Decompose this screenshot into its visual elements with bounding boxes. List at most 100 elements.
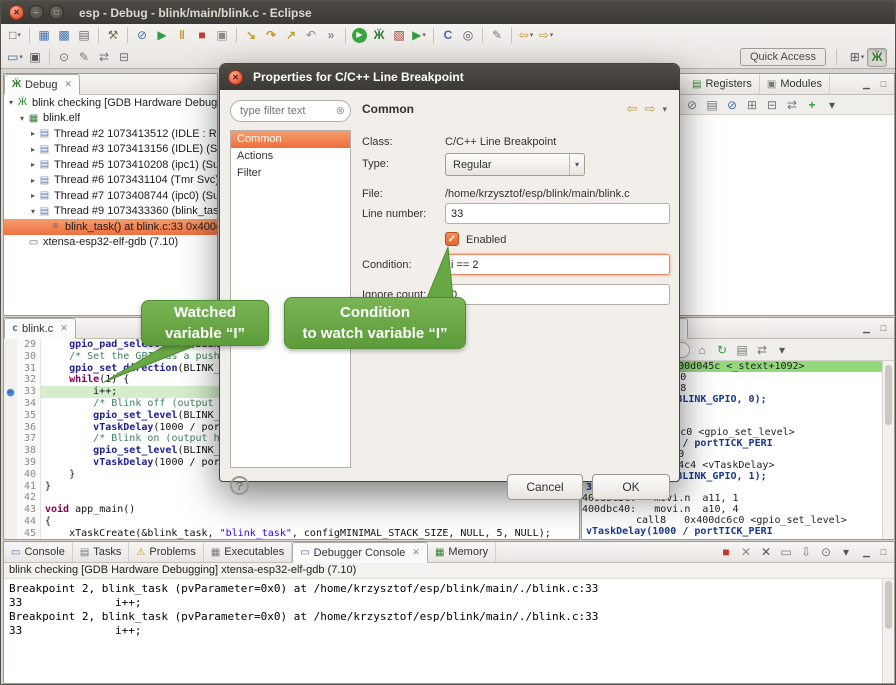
collapse-arrow-icon[interactable]: ▾ <box>28 207 38 216</box>
disassembly-line[interactable]: vTaskDelay(1000 / portTICK_PERI <box>582 526 882 537</box>
editor-line[interactable]: 41} <box>4 481 579 493</box>
tab-memory[interactable]: ▦Memory <box>428 542 496 562</box>
scrollbar-thumb[interactable] <box>885 581 892 629</box>
disassembly-line[interactable]: call8 0x400dc6c0 <gpio_set_level> <box>582 515 882 526</box>
show-breakpoints-supported-icon[interactable]: ⊘ <box>682 95 702 114</box>
pin-console-icon[interactable]: ⊙ <box>816 543 836 562</box>
sync-with-active-context-icon[interactable]: ⇄ <box>752 340 772 359</box>
remove-launch-icon[interactable]: ✕ <box>736 543 756 562</box>
tab-registers[interactable]: ▤Registers <box>685 74 760 94</box>
step-over-icon[interactable]: ↷ <box>261 26 281 45</box>
search-icon[interactable]: ◎ <box>458 26 478 45</box>
ok-button[interactable]: OK <box>592 474 670 500</box>
coverage-icon[interactable]: ▧ <box>389 26 409 45</box>
terminate-icon[interactable]: ■ <box>716 543 736 562</box>
link-with-debug-view-icon[interactable]: ⇄ <box>782 95 802 114</box>
forward-icon[interactable]: ⇨▾ <box>536 26 556 45</box>
editor-line[interactable]: 45 xTaskCreate(&blink_task, "blink_task"… <box>4 528 579 539</box>
scrollbar-thumb[interactable] <box>885 365 892 425</box>
maximize-view-icon[interactable]: □ <box>877 322 890 335</box>
debug-tree-item[interactable]: ▭xtensa-esp32-elf-gdb (7.10) <box>4 235 217 251</box>
step-return-icon[interactable]: ↗ <box>281 26 301 45</box>
editor-line[interactable]: 44{ <box>4 516 579 528</box>
terminate-icon[interactable]: ■ <box>192 26 212 45</box>
forward-icon[interactable]: ⇨ <box>645 101 656 117</box>
collapse-arrow-icon[interactable]: ▾ <box>17 114 27 123</box>
type-dropdown[interactable]: Regular ▾ <box>445 153 585 176</box>
pin-editor-icon[interactable]: ⊙ <box>54 48 74 67</box>
expand-arrow-icon[interactable]: ▸ <box>28 145 38 154</box>
minimize-view-icon[interactable]: ▁ <box>860 322 873 335</box>
view-menu-icon[interactable]: ▾ <box>822 95 842 114</box>
help-button[interactable]: ? <box>230 476 249 495</box>
tab-executables[interactable]: ▦Executables <box>204 542 292 562</box>
editor-line[interactable]: 42 <box>4 492 579 504</box>
tab-problems[interactable]: ⚠Problems <box>129 542 203 562</box>
show-annotations-icon[interactable]: ✎ <box>74 48 94 67</box>
go-to-file-for-breakpoint-icon[interactable]: ▤ <box>702 95 722 114</box>
ignore-count-input[interactable] <box>445 284 670 305</box>
close-icon[interactable]: ✕ <box>64 79 72 90</box>
open-perspective-icon[interactable]: ⊞▾ <box>847 48 867 67</box>
console-output[interactable]: Breakpoint 2, blink_task (pvParameter=0x… <box>4 579 882 683</box>
close-icon[interactable]: ✕ <box>412 547 420 558</box>
collapse-all-icon[interactable]: ⊟ <box>114 48 134 67</box>
remove-all-terminated-icon[interactable]: ✕ <box>756 543 776 562</box>
debug-tree-item[interactable]: ▸▤Thread #5 1073410208 (ipc1) (Susp <box>4 157 217 173</box>
editor-line[interactable]: 43void app_main() <box>4 504 579 516</box>
window-titlebar[interactable]: ✕ – □ esp - Debug - blink/main/blink.c -… <box>1 1 895 24</box>
debug-tree-item[interactable]: ▾Ӝblink checking [GDB Hardware Debug <box>4 95 217 111</box>
debug-tree-item[interactable]: ▾▤Thread #9 1073433360 (blink_task <box>4 204 217 220</box>
clear-console-icon[interactable]: ▭ <box>776 543 796 562</box>
expand-all-icon[interactable]: ⊞ <box>742 95 762 114</box>
tab-console[interactable]: ▭Console <box>4 542 73 562</box>
console-scrollbar[interactable] <box>882 579 894 683</box>
collapse-all-icon[interactable]: ⊟ <box>762 95 782 114</box>
condition-input[interactable] <box>445 254 670 275</box>
disconnect-icon[interactable]: ▣ <box>212 26 232 45</box>
clear-filter-icon[interactable]: ⊗ <box>336 104 345 117</box>
maximize-view-icon[interactable]: □ <box>877 78 890 91</box>
dialog-nav-item-filter[interactable]: Filter <box>231 165 350 182</box>
save-icon[interactable]: ▦ <box>34 26 54 45</box>
expand-arrow-icon[interactable]: ▸ <box>28 160 38 169</box>
debug-tree-item[interactable]: ▸▤Thread #7 1073408744 (ipc0) (Susp <box>4 188 217 204</box>
debug-tree-item[interactable]: ▸▤Thread #6 1073431104 (Tmr Svc) (S <box>4 173 217 189</box>
home-icon[interactable]: ⌂ <box>692 340 712 359</box>
window-minimize-button[interactable]: – <box>29 5 44 20</box>
resume-icon[interactable]: ▶ <box>152 26 172 45</box>
tab-debug[interactable]: Ӝ Debug ✕ <box>4 74 80 95</box>
debug-tree-item[interactable]: ≡blink_task() at blink.c:33 0x400db <box>4 219 217 235</box>
skip-all-breakpoints-icon[interactable]: ⊘ <box>132 26 152 45</box>
open-console-icon[interactable]: ▭▾ <box>5 48 25 67</box>
close-icon[interactable]: ✕ <box>60 323 68 334</box>
toggle-mark-occurrences-icon[interactable]: ✎ <box>487 26 507 45</box>
new-wizard-icon[interactable]: □▾ <box>5 26 25 45</box>
debug-tree-item[interactable]: ▸▤Thread #3 1073413156 (IDLE) (Susp <box>4 142 217 158</box>
disassembly-menu-icon[interactable]: ▾ <box>772 340 792 359</box>
tab-blink-c[interactable]: c blink.c ✕ <box>4 318 76 339</box>
back-icon[interactable]: ⇦ <box>627 101 638 117</box>
dialog-nav-item-actions[interactable]: Actions <box>231 148 350 165</box>
show-source-icon[interactable]: ▤ <box>732 340 752 359</box>
save-all-icon[interactable]: ▩ <box>54 26 74 45</box>
chevron-down-icon[interactable]: ▾ <box>662 104 667 115</box>
expand-arrow-icon[interactable]: ▸ <box>28 129 38 138</box>
link-with-editor-icon[interactable]: ⇄ <box>94 48 114 67</box>
skip-all-breakpoints-icon[interactable]: ⊘ <box>722 95 742 114</box>
new-c-project-icon[interactable]: C <box>438 26 458 45</box>
add-breakpoint-icon[interactable]: + <box>802 95 822 114</box>
debug-tree-item[interactable]: ▾▦blink.elf <box>4 111 217 127</box>
console-menu-icon[interactable]: ▾ <box>836 543 856 562</box>
suspend-icon[interactable]: ‖ <box>172 26 192 45</box>
open-terminal-icon[interactable]: ▣ <box>25 48 45 67</box>
line-number-input[interactable] <box>445 203 670 224</box>
expand-arrow-icon[interactable]: ▸ <box>28 191 38 200</box>
build-all-icon[interactable]: ⚒ <box>103 26 123 45</box>
tab-debugger-console[interactable]: ▭Debugger Console✕ <box>292 542 428 563</box>
external-tools-icon[interactable]: ▶▾ <box>409 26 429 45</box>
run-icon[interactable]: ▶ <box>352 28 367 43</box>
debug-icon[interactable]: Ӝ <box>369 26 389 45</box>
window-close-button[interactable]: ✕ <box>9 5 24 20</box>
expand-arrow-icon[interactable]: ▸ <box>28 176 38 185</box>
